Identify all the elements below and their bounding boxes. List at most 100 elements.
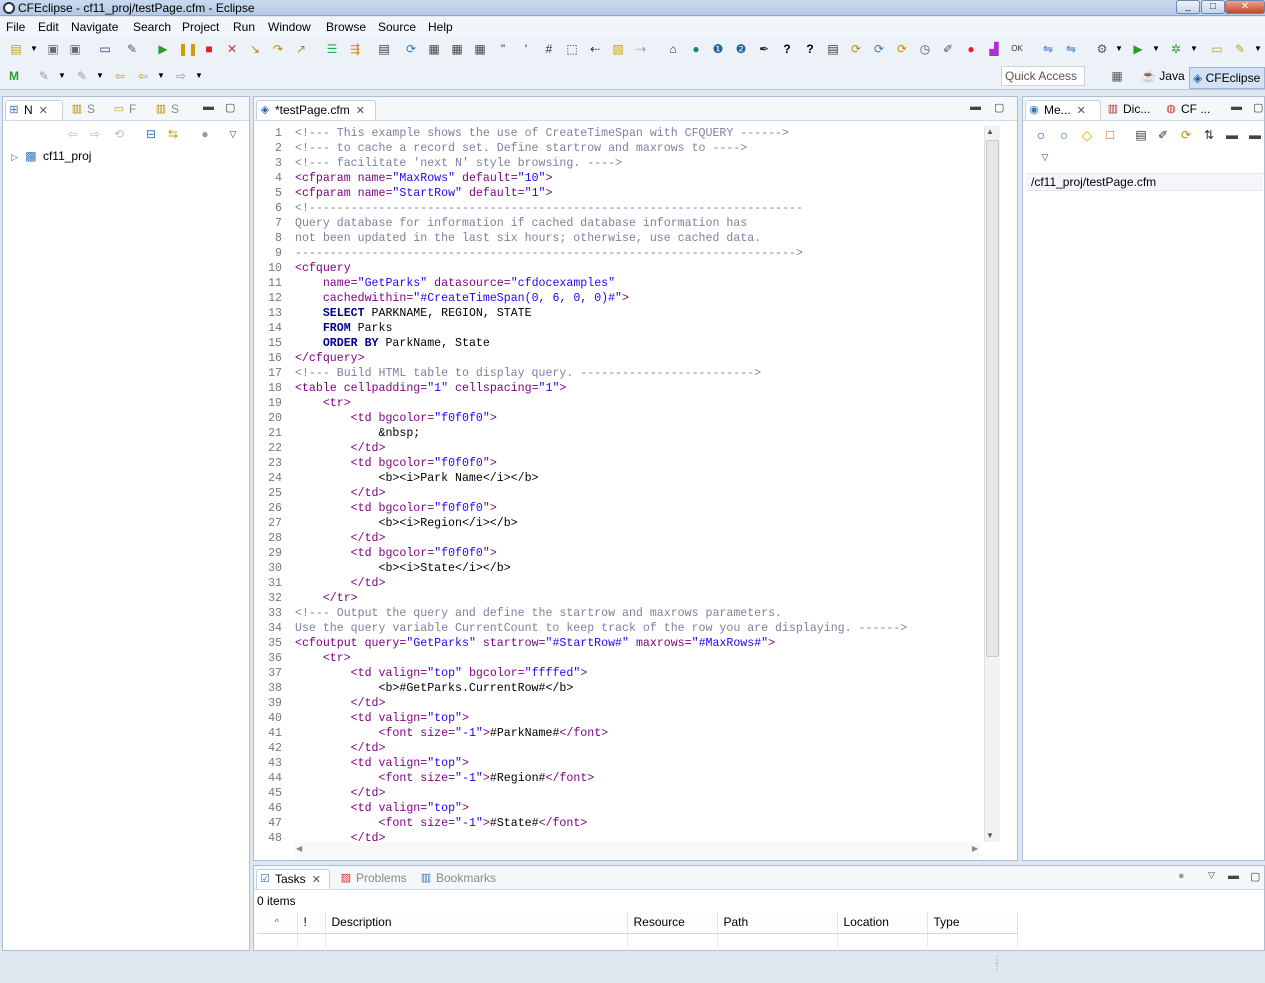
code-line[interactable]: <b>#GetParks.CurrentRow#</b> [295,681,1013,696]
quote-icon[interactable]: ' [518,41,534,57]
expand-icon[interactable]: ▷ [11,152,18,162]
tab-files[interactable]: ▭ F [111,100,137,120]
code-editor[interactable]: <!--- This example shows the use of Crea… [295,126,1013,842]
scroll-down-icon[interactable]: ▼ [986,831,994,840]
path-column-header[interactable]: Path [717,912,838,934]
new-icon[interactable]: ▤ [8,41,24,57]
menu-edit[interactable]: Edit [38,20,59,34]
last-edit-icon[interactable]: ⇦ [112,68,128,84]
code-line[interactable]: cachedwithin="#CreateTimeSpan(0, 6, 0, 0… [295,291,1013,306]
code-line[interactable]: </td> [295,831,1013,842]
save-all-icon[interactable]: ▣ [67,41,83,57]
filter-diamond-icon[interactable]: ◇ [1079,127,1095,143]
description-column-header[interactable]: Description [325,912,628,934]
code-line[interactable]: <table cellpadding="1" cellspacing="1"> [295,381,1013,396]
annotation-icon[interactable]: ✎ [74,68,90,84]
menu-navigate[interactable]: Navigate [71,20,118,34]
scrollbar-thumb[interactable] [986,140,999,657]
gear-icon[interactable]: ⚙ [1094,41,1110,57]
code-line[interactable]: not been updated in the last six hours; … [295,231,1013,246]
menu-window[interactable]: Window [268,20,311,34]
code-line[interactable]: </td> [295,696,1013,711]
code-line[interactable]: <!--- facilitate 'next N' style browsing… [295,156,1013,171]
chart-icon[interactable]: ▟ [986,41,1002,57]
code-line[interactable]: </td> [295,441,1013,456]
chevron-down-icon[interactable]: ▼ [26,41,42,57]
info-icon[interactable]: ❷ [733,41,749,57]
maximize-view-icon[interactable]: ▢ [1253,101,1263,114]
menu-project[interactable]: Project [182,20,219,34]
tag-icon[interactable]: ▦ [472,41,488,57]
minimize-button[interactable]: _ [1176,0,1200,14]
link-icon[interactable]: ⇋ [1063,41,1079,57]
perspective-cfeclipse[interactable]: ◈ CFEclipse [1189,67,1265,89]
link-icon[interactable]: ⇋ [1040,41,1056,57]
maximize-view-icon[interactable]: ▢ [994,101,1004,114]
chevron-down-icon[interactable]: ▽ [1208,870,1215,881]
code-line[interactable]: <!--------------------------------------… [295,201,1013,216]
code-line[interactable]: <cfoutput query="GetParks" startrow="#St… [295,636,1013,651]
code-line[interactable]: <font size="-1">#Region#</font> [295,771,1013,786]
tab-cf[interactable]: ◍ CF ... [1163,100,1210,120]
annotation-icon[interactable]: ✎ [36,68,52,84]
code-line[interactable]: </td> [295,576,1013,591]
document-icon[interactable]: ▤ [376,41,392,57]
code-line[interactable]: <cfparam name="MaxRows" default="10"> [295,171,1013,186]
chevron-down-icon[interactable]: ▼ [1250,41,1265,57]
sync-icon[interactable]: ⟳ [848,41,864,57]
run-icon[interactable]: ▶ [1130,41,1146,57]
code-line[interactable]: <tr> [295,396,1013,411]
pin-icon[interactable]: ✐ [1155,127,1171,143]
close-icon[interactable]: ✕ [356,105,365,117]
refresh-icon[interactable]: ⟳ [403,41,419,57]
close-icon[interactable]: ✕ [39,105,48,117]
open-perspective-icon[interactable]: ▦ [1109,68,1125,84]
clipboard-icon[interactable]: ▤ [825,41,841,57]
code-line[interactable]: <font size="-1">#State#</font> [295,816,1013,831]
folder-icon[interactable]: ▭ [1209,41,1225,57]
step-into-icon[interactable]: ↘ [247,41,263,57]
code-line[interactable]: <td valign="top"> [295,711,1013,726]
menu-source[interactable]: Source [378,20,416,34]
mu-icon[interactable]: M [6,68,22,84]
help-icon[interactable]: ? [779,41,795,57]
code-line[interactable]: <!--- Build HTML table to display query.… [295,366,1013,381]
tab-testpage[interactable]: ◈ *testPage.cfm ✕ [256,100,376,120]
back-icon[interactable]: ⇦ [135,68,151,84]
code-line[interactable]: <td bgcolor="f0f0f0"> [295,456,1013,471]
completed-column-header[interactable]: ^ [257,912,298,934]
chevron-down-icon[interactable]: ▼ [1186,41,1202,57]
tab-library-2[interactable]: ▥ S [153,100,179,120]
vertical-scrollbar[interactable]: ▲ ▼ [984,126,1000,842]
code-line[interactable]: <b><i>Park Name</i></b> [295,471,1013,486]
resume-icon[interactable]: ▶ [155,41,171,57]
code-line[interactable]: <td valign="top"> [295,801,1013,816]
horizontal-scrollbar[interactable]: ◀ ▶ [294,842,980,858]
filter-square-icon[interactable]: □ [1102,127,1118,143]
chevron-down-icon[interactable]: ▼ [1148,41,1164,57]
back-nav-icon[interactable]: ⇦ [65,126,81,142]
code-line[interactable]: </td> [295,786,1013,801]
up-nav-icon[interactable]: ⟲ [111,126,127,142]
view-menu-icon[interactable]: ● [197,126,213,142]
tab-tasks[interactable]: ☑ Tasks ✕ [256,869,330,889]
sort-icon[interactable]: ⇅ [1201,127,1217,143]
collapse-all-icon[interactable]: ⊟ [143,126,159,142]
chevron-down-icon[interactable]: ▼ [1111,41,1127,57]
sync-icon[interactable]: ⟳ [871,41,887,57]
tag-icon[interactable]: ▦ [449,41,465,57]
code-line[interactable]: </td> [295,486,1013,501]
tab-methods[interactable]: ◉ Me... ✕ [1025,100,1101,120]
stop-icon[interactable]: ■ [201,41,217,57]
help-icon[interactable]: ? [802,41,818,57]
ok-icon[interactable]: OK [1009,41,1025,57]
quick-access-input[interactable]: Quick Access [1001,66,1085,86]
code-line[interactable]: &nbsp; [295,426,1013,441]
arrow-left-icon[interactable]: ⇠ [587,41,603,57]
resource-column-header[interactable]: Resource [627,912,718,934]
code-line[interactable]: Query database for information if cached… [295,216,1013,231]
save-icon[interactable]: ▣ [45,41,61,57]
minimize-view-icon[interactable]: ▬ [203,101,214,113]
scroll-up-icon[interactable]: ▲ [986,127,994,136]
forward-icon[interactable]: ⇨ [173,68,189,84]
